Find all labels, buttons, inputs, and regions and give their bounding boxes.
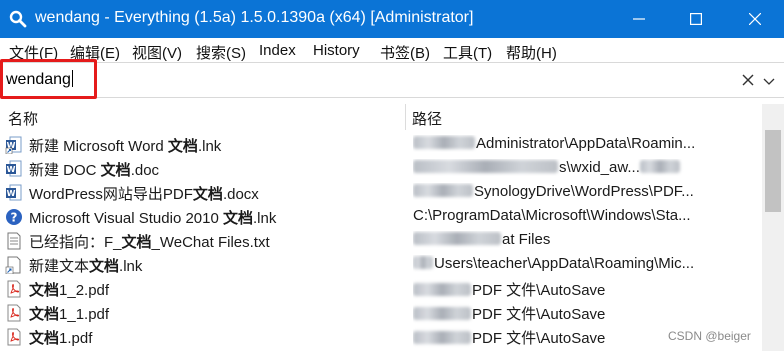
file-name: 已经指向：F_文档_WeChat Files.txt (29, 234, 270, 251)
chevron-down-icon[interactable] (761, 73, 777, 89)
maximize-icon (690, 13, 702, 25)
minimize-button[interactable] (610, 0, 668, 38)
menu-help[interactable]: 帮助(H) (506, 42, 557, 63)
menu-tools[interactable]: 工具(T) (443, 42, 492, 63)
close-button[interactable] (726, 0, 784, 38)
menu-index[interactable]: Index (259, 42, 296, 59)
result-row[interactable]: ? Microsoft Visual Studio 2010 文档.lnk C:… (0, 205, 760, 229)
word-shortcut-icon: W (5, 136, 22, 154)
everything-app-icon (9, 10, 27, 28)
maximize-button[interactable] (667, 0, 725, 38)
menu-bar: 文件(F) 编辑(E) 视图(V) 搜索(S) Index History 书签… (0, 38, 784, 62)
shortcut-file-icon (5, 256, 21, 274)
result-row[interactable]: W 新建 Microsoft Word 文档.lnk Administrator… (0, 133, 760, 157)
watermark-text: CSDN @beiger (668, 329, 751, 343)
column-header-name[interactable]: 名称 (8, 108, 38, 129)
word-doc-icon: W (6, 184, 22, 201)
result-row[interactable]: W 新建 DOC 文档.doc s\wxid_aw... (0, 157, 760, 181)
file-path: s\wxid_aw... (413, 159, 755, 176)
menu-bookmarks[interactable]: 书签(B) (380, 42, 430, 63)
pdf-file-icon (7, 328, 21, 346)
svg-text:?: ? (11, 211, 18, 225)
results-list: W 新建 Microsoft Word 文档.lnk Administrator… (0, 133, 760, 349)
scrollbar-thumb[interactable] (765, 130, 781, 212)
result-row[interactable]: W WordPress网站导出PDF文档.docx SynologyDrive\… (0, 181, 760, 205)
file-path: PDF 文件\AutoSave (413, 279, 755, 300)
file-path: C:\ProgramData\Microsoft\Windows\Sta... (413, 207, 691, 224)
result-row[interactable]: 新建文本文档.lnk Users\teacher\AppData\Roaming… (0, 253, 760, 277)
column-divider[interactable] (405, 104, 406, 130)
svg-text:W: W (7, 165, 16, 174)
close-icon (749, 13, 761, 25)
pdf-file-icon (7, 304, 21, 322)
file-name: 文档1_2.pdf (29, 282, 110, 299)
help-file-icon: ? (6, 209, 22, 225)
file-path: Users\teacher\AppData\Roaming\Mic... (413, 255, 755, 272)
column-header: 名称 路径 (0, 104, 760, 130)
file-name: 新建文本文档.lnk (29, 258, 143, 275)
file-path: PDF 文件\AutoSave (413, 303, 755, 324)
pdf-file-icon (7, 280, 21, 298)
window-title: wendang - Everything (1.5a) 1.5.0.1390a … (35, 9, 474, 26)
result-row[interactable]: 文档1_2.pdf PDF 文件\AutoSave (0, 277, 760, 301)
file-path: at Files (413, 231, 755, 248)
column-header-path[interactable]: 路径 (412, 108, 442, 129)
file-name: WordPress网站导出PDF文档.docx (29, 186, 259, 203)
file-name: 文档1.pdf (29, 330, 93, 347)
search-bar: wendang (0, 62, 784, 98)
file-name: Microsoft Visual Studio 2010 文档.lnk (29, 210, 277, 227)
svg-text:W: W (7, 189, 16, 198)
word-doc-icon: W (6, 160, 22, 177)
file-name: 文档1_1.pdf (29, 306, 110, 323)
menu-history[interactable]: History (313, 42, 360, 59)
file-path: Administrator\AppData\Roamin... (413, 135, 755, 152)
result-row[interactable]: 已经指向：F_文档_WeChat Files.txt at Files (0, 229, 760, 253)
file-name: 新建 DOC 文档.doc (29, 162, 160, 179)
file-path: SynologyDrive\WordPress\PDF... (413, 183, 755, 200)
result-row[interactable]: 文档1_1.pdf PDF 文件\AutoSave (0, 301, 760, 325)
red-highlight-annotation (0, 59, 97, 99)
vertical-scrollbar[interactable] (762, 104, 784, 351)
menu-search[interactable]: 搜索(S) (196, 42, 246, 63)
text-file-icon (7, 232, 21, 250)
minimize-icon (633, 18, 645, 20)
file-name: 新建 Microsoft Word 文档.lnk (29, 138, 222, 155)
clear-search-icon[interactable] (739, 71, 757, 89)
result-row[interactable]: 文档1.pdf PDF 文件\AutoSave (0, 325, 760, 349)
menu-view[interactable]: 视图(V) (132, 42, 182, 63)
title-bar: wendang - Everything (1.5a) 1.5.0.1390a … (0, 0, 784, 38)
